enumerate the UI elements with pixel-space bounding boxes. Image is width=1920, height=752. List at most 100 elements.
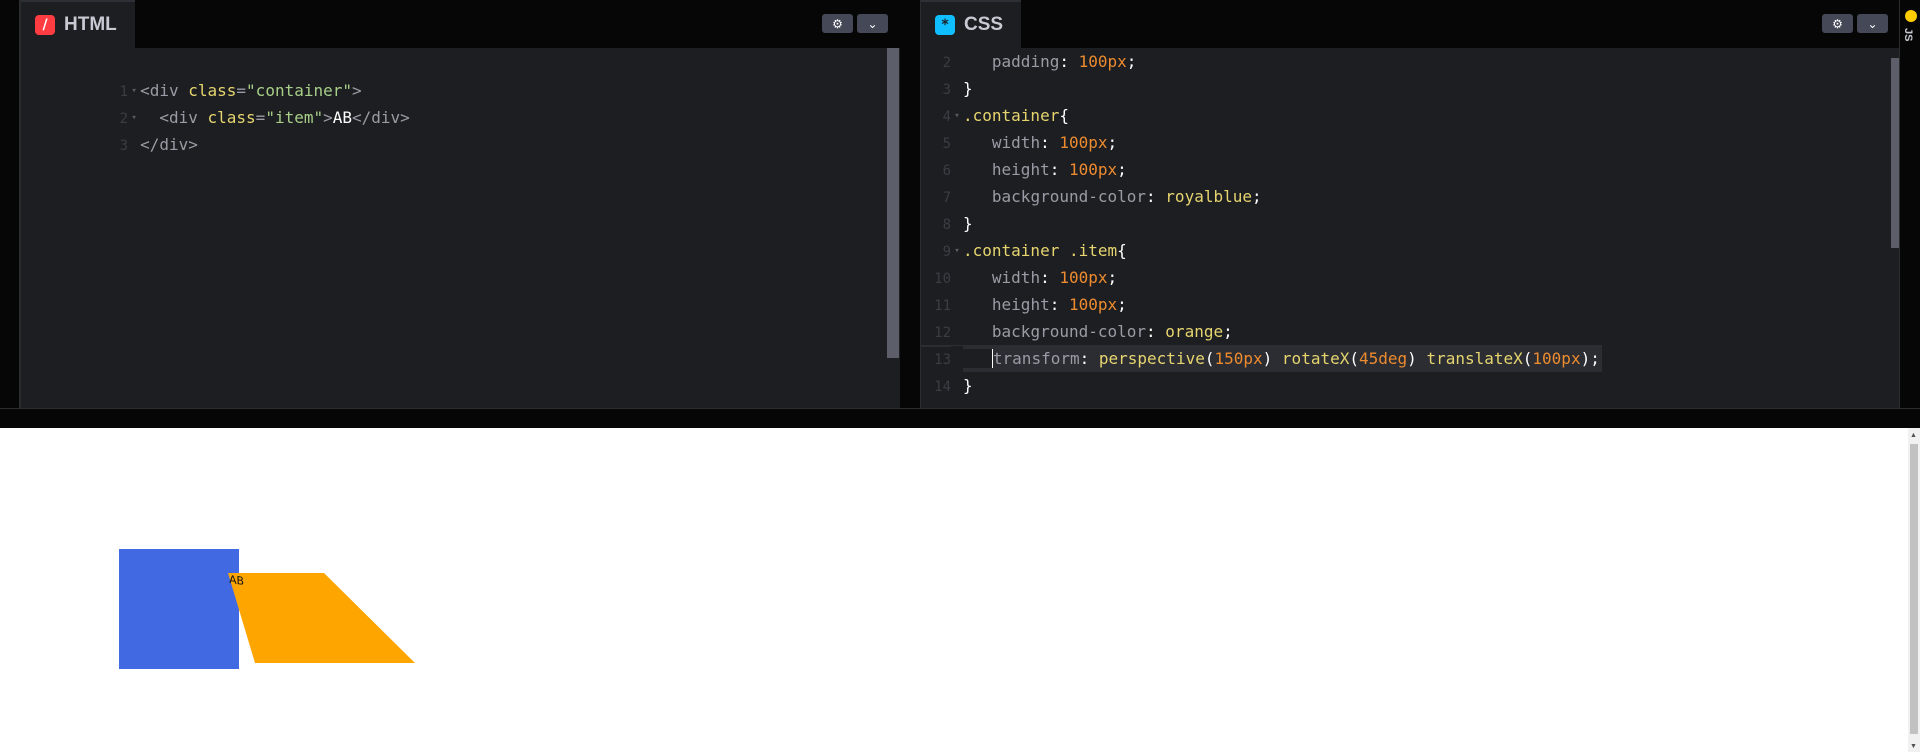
code-line: 2 padding: 100px; [921, 48, 1137, 75]
code-line: 12 background-color: orange; [921, 318, 1233, 345]
code-token: ) [1407, 349, 1427, 368]
js-collapsed-panel[interactable]: JS [1899, 0, 1920, 408]
scroll-down-arrow-icon[interactable]: ▼ [1910, 743, 1917, 750]
code-token: background-color [991, 322, 1147, 341]
code-token: rotateX [1281, 349, 1350, 368]
code-token: 100px [1078, 52, 1127, 71]
preview-resize-handle[interactable] [0, 408, 1920, 428]
code-token: background-color [991, 187, 1147, 206]
line-number: 2 [942, 55, 951, 71]
code-token: transform [991, 349, 1080, 368]
code-token: : [1146, 322, 1166, 341]
fold-arrow-icon[interactable]: ▾ [951, 103, 963, 130]
scroll-up-arrow-icon[interactable]: ▲ [1910, 432, 1917, 439]
html-header-buttons: ⚙ ⌄ [822, 14, 888, 33]
code-token: ( [1522, 349, 1533, 368]
line-number: 3 [119, 138, 129, 154]
code-line: 11 height: 100px; [921, 291, 1127, 318]
css-tab-label: CSS [964, 14, 1004, 35]
line-number: 14 [934, 379, 951, 395]
css-code-area[interactable]: 2 padding: 100px; 3 } 4 ▾ .container{ 5 wi… [921, 48, 1899, 408]
js-tab-label[interactable]: JS [1902, 28, 1914, 41]
code-line: 8 } [921, 210, 973, 237]
code-line: 5 width: 100px; [921, 129, 1118, 156]
code-token: width [991, 268, 1041, 287]
line-number: 6 [942, 163, 951, 179]
line-number: 12 [934, 325, 951, 341]
result-preview: AB ▲ ▼ [0, 428, 1920, 752]
code-token: { [1059, 106, 1069, 125]
css-logo-icon: * [935, 15, 955, 35]
code-line: 3 } [921, 75, 973, 102]
code-token: royalblue [1165, 187, 1252, 206]
html-code-area[interactable]: 1 ▾ <div class="container"> 2 ▾ <div class=… [21, 48, 900, 408]
fold-arrow-icon[interactable]: ▾ [951, 238, 963, 265]
line-number: 4 [942, 109, 951, 125]
code-token: : [1040, 268, 1060, 287]
code-token: width [991, 133, 1041, 152]
code-token: translateX [1426, 349, 1523, 368]
container-box [119, 549, 239, 669]
code-line: 6 height: 100px; [921, 156, 1127, 183]
code-token: 100px [1068, 295, 1118, 314]
css-tab[interactable]: * CSS [921, 0, 1022, 48]
html-panel-header: / HTML ⚙ ⌄ [21, 0, 900, 48]
html-tab-label: HTML [64, 14, 117, 35]
code-token: ; [1223, 322, 1233, 341]
code-token: > [323, 108, 333, 127]
code-token: : [1049, 160, 1069, 179]
chevron-down-icon[interactable]: ⌄ [857, 14, 888, 33]
code-token: { [1117, 241, 1127, 260]
code-token: } [963, 376, 973, 395]
css-panel-header: * CSS ⚙ ⌄ [921, 0, 1899, 48]
code-line: 10 width: 100px; [921, 264, 1117, 291]
code-token: .container .item [963, 241, 1118, 260]
line-number: 10 [934, 271, 951, 287]
code-line: 14 } [921, 372, 973, 399]
item-text: AB [228, 572, 245, 589]
preview-scroll-thumb[interactable] [1910, 444, 1918, 734]
css-header-buttons: ⚙ ⌄ [1822, 14, 1888, 33]
html-tab[interactable]: / HTML [21, 0, 135, 48]
editors-area: / HTML ⚙ ⌄ 1 ▾ <div class="container"> 2 ▾ … [0, 0, 1920, 408]
left-gutter [0, 0, 20, 408]
code-token: perspective [1098, 349, 1205, 368]
code-token: 45deg [1359, 349, 1408, 368]
code-token: ; [1252, 187, 1262, 206]
preview-vertical-scrollbar[interactable]: ▲ ▼ [1908, 428, 1920, 752]
code-token: "item" [265, 108, 324, 127]
code-token: ; [1117, 160, 1127, 179]
code-line: 1 ▾ <div class="container"> [21, 50, 362, 100]
code-token: : [1146, 187, 1166, 206]
code-token: height [991, 160, 1050, 179]
line-number: 11 [934, 298, 951, 314]
code-line: 3 </div> [21, 104, 198, 154]
code-token: : [1059, 52, 1079, 71]
line-number: 5 [942, 136, 951, 152]
code-token: : [1040, 133, 1060, 152]
code-indent [963, 349, 992, 368]
line-number: 3 [942, 82, 951, 98]
code-token: ; [1107, 133, 1118, 152]
gear-icon[interactable]: ⚙ [822, 14, 853, 33]
line-number: 13 [921, 347, 951, 374]
code-token: : [1049, 295, 1069, 314]
chevron-down-icon[interactable]: ⌄ [1857, 14, 1888, 33]
code-token: 100px [1059, 133, 1108, 152]
code-token: ) [1262, 349, 1282, 368]
code-line: 4 ▾ .container{ [921, 102, 1069, 129]
code-token: ; [1107, 268, 1118, 287]
code-token: padding [991, 52, 1060, 71]
code-line: 7 background-color: royalblue; [921, 183, 1262, 210]
gear-icon[interactable]: ⚙ [1822, 14, 1853, 33]
html-vertical-scrollbar[interactable] [887, 48, 899, 358]
code-token: ( [1349, 349, 1359, 368]
code-token: 100px [1059, 268, 1108, 287]
